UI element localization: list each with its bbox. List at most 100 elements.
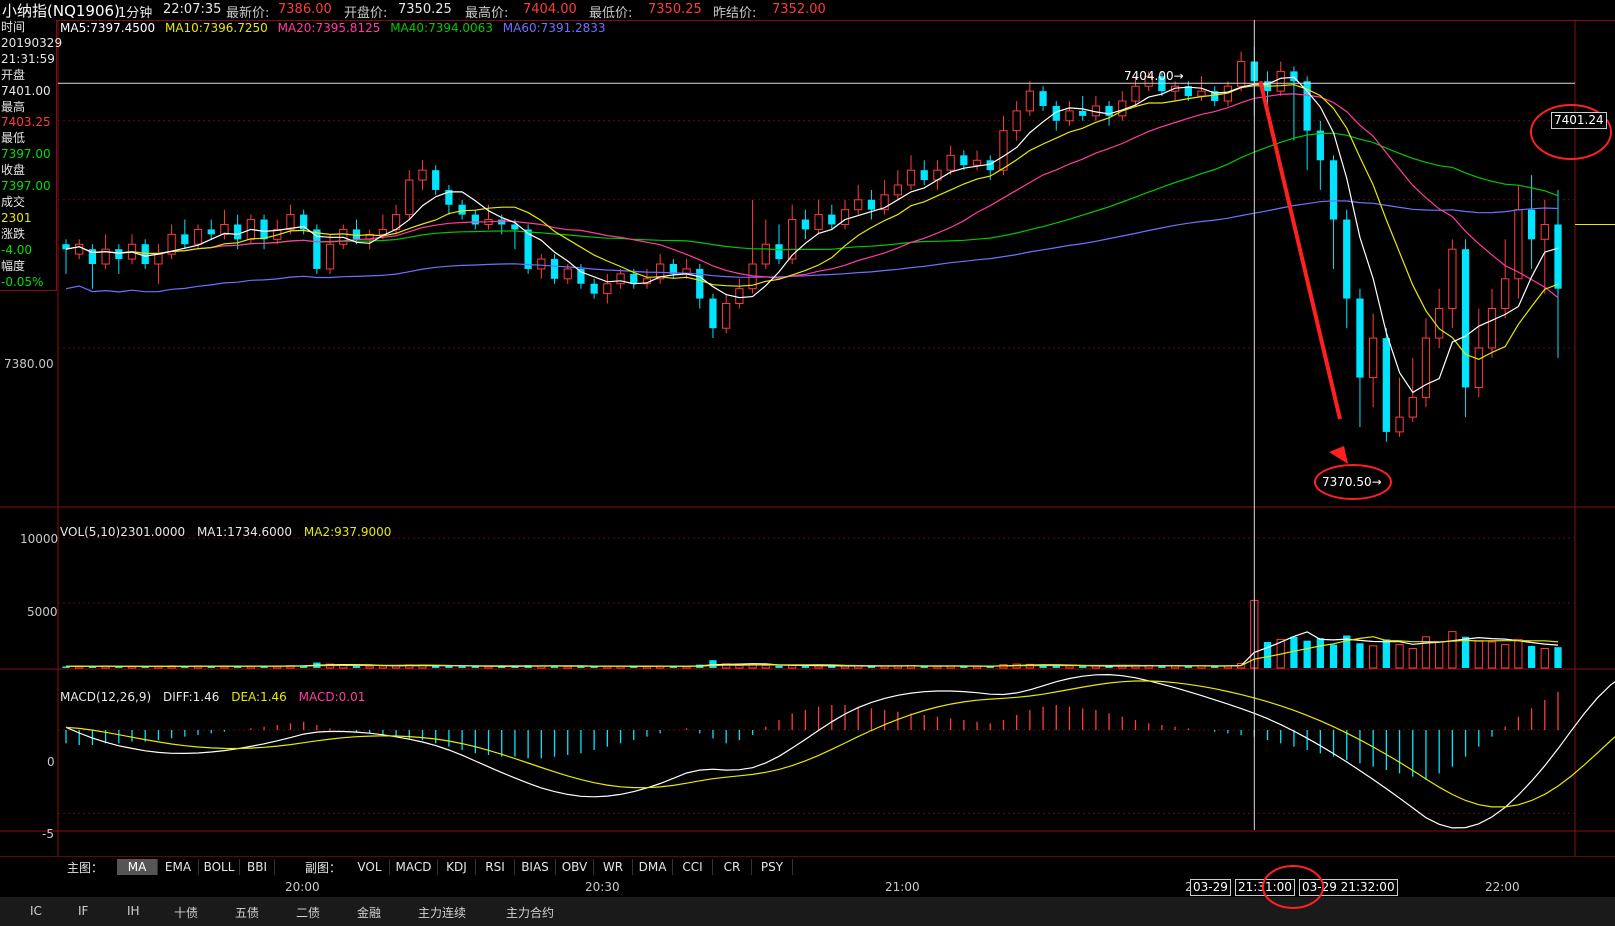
indicator-tab-bar: 主图： MA EMA BOLL BBI 副图： VOL MACD KDJ RSI… <box>0 856 1615 877</box>
candle-up <box>1435 307 1444 339</box>
candle-up <box>1448 248 1457 309</box>
contract-if[interactable]: IF <box>78 904 88 918</box>
candle-down <box>313 229 321 269</box>
cursor-time-label: 21:31:00 <box>1235 879 1295 896</box>
candle-down <box>1382 338 1390 432</box>
volume-bar-down <box>1329 644 1338 668</box>
volume-bar-down <box>1079 666 1087 668</box>
candle-down <box>181 234 189 245</box>
candle-up <box>1395 416 1404 433</box>
candle-up <box>1369 337 1378 379</box>
tab-kdj[interactable]: KDJ <box>438 859 476 875</box>
contract-ih[interactable]: IH <box>127 904 140 918</box>
candle-down <box>1039 91 1047 106</box>
candle-up <box>418 169 427 181</box>
candle-up <box>814 214 823 230</box>
volume-bar-up <box>1501 644 1510 669</box>
volume-bar-down <box>1382 639 1390 668</box>
info-date: 20190329 <box>1 35 63 50</box>
info-volume-label: 成交 <box>1 194 26 209</box>
candle-down <box>801 219 810 230</box>
candle-down <box>207 229 215 235</box>
info-change-label: 涨跌 <box>1 226 26 241</box>
candle-up <box>563 268 572 280</box>
contract-10y-bond[interactable]: 十债 <box>174 904 198 921</box>
tab-obv[interactable]: OBV <box>556 859 594 875</box>
right-arrow-icon: → <box>1371 475 1382 489</box>
candle-up <box>1131 85 1140 102</box>
tab-macd[interactable]: MACD <box>390 859 438 875</box>
contract-ic[interactable]: IC <box>30 904 42 918</box>
tab-cr[interactable]: CR <box>713 859 752 875</box>
volume-bar-down <box>1527 645 1536 668</box>
candle-down <box>867 199 876 210</box>
volume-bar-down <box>775 665 783 668</box>
time-tick-2030: 20:30 <box>585 880 620 894</box>
ma-legend: MA5:7397.4500 MA10:7396.7250 MA20:7395.8… <box>60 21 612 35</box>
candle-down <box>920 170 928 181</box>
tab-boll[interactable]: BOLL <box>199 859 240 875</box>
candle-down <box>986 160 994 171</box>
volume-bar-down <box>432 665 440 668</box>
vol-tick-5000: 5000 <box>27 605 58 619</box>
candle-up <box>946 154 955 171</box>
low-price-marker: 7370.50→ <box>1322 475 1382 489</box>
candle-up <box>1421 337 1431 398</box>
cursor-price-label: 7401.24 <box>1551 112 1607 129</box>
tab-ema[interactable]: EMA <box>158 859 199 875</box>
high-price-marker-value: 7404.00 <box>1124 69 1174 83</box>
volume-bar-down <box>1263 642 1272 668</box>
open-price-label: 开盘价: <box>344 6 388 21</box>
kline-chart[interactable] <box>0 20 1615 856</box>
tab-ma[interactable]: MA <box>117 859 158 875</box>
tab-psy[interactable]: PSY <box>752 859 793 875</box>
tab-vol[interactable]: VOL <box>350 859 390 875</box>
candle-up <box>722 303 731 329</box>
contract-finance[interactable]: 金融 <box>357 904 381 921</box>
contract-main-continuous[interactable]: 主力连续 <box>418 904 466 921</box>
candle-up <box>906 169 916 186</box>
candle-down <box>352 229 361 240</box>
open-price-value: 7350.25 <box>398 2 452 17</box>
volume-bar-up <box>1369 645 1378 669</box>
volume-bar-down <box>1316 638 1324 668</box>
volume-bar-down <box>1461 636 1470 668</box>
candle-up <box>1065 110 1074 122</box>
candle-up <box>840 209 850 225</box>
vol-legend: VOL(5,10)2301.0000 <box>60 525 186 539</box>
candle-up <box>1540 223 1549 240</box>
tab-wr[interactable]: WR <box>594 859 633 875</box>
tab-cci[interactable]: CCI <box>673 859 713 875</box>
vol-ma2-legend: MA2:937.9000 <box>303 525 392 539</box>
tab-rsi[interactable]: RSI <box>476 859 515 875</box>
volume-bar-down <box>1303 640 1311 668</box>
info-amplitude-label: 幅度 <box>1 258 26 273</box>
candle-down <box>1461 249 1470 388</box>
candle-up <box>193 228 203 245</box>
contract-5y-bond[interactable]: 五债 <box>235 904 259 921</box>
cursor-next-time-label: 03-29 21:32:00 <box>1299 879 1398 896</box>
candle-up <box>999 130 1008 171</box>
tab-bias[interactable]: BIAS <box>515 859 556 875</box>
high-price-label: 最高价: <box>465 6 509 21</box>
high-price-value: 7404.00 <box>523 2 577 17</box>
candle-up <box>154 253 163 265</box>
candle-down <box>141 244 149 264</box>
tab-bbi[interactable]: BBI <box>240 859 275 875</box>
candle-up <box>1236 61 1246 87</box>
info-high: 7403.25 <box>1 115 51 130</box>
volume-bar-up <box>1474 640 1483 669</box>
time-tick-2100: 21:00 <box>885 880 920 894</box>
info-change: -4.00 <box>1 242 33 257</box>
candle-up <box>286 214 295 230</box>
tab-dma[interactable]: DMA <box>633 859 673 875</box>
ma5-line <box>65 76 1559 394</box>
contract-main[interactable]: 主力合约 <box>506 904 554 921</box>
main-chart-label: 主图： <box>67 861 104 875</box>
macd-tick-0: 0 <box>47 755 55 769</box>
candle-up <box>603 283 612 295</box>
contract-2y-bond[interactable]: 二债 <box>296 904 320 921</box>
candle-up <box>893 184 902 196</box>
candle-down <box>115 249 123 260</box>
symbol-title[interactable]: 小纳指(NQ1906) <box>2 0 120 21</box>
